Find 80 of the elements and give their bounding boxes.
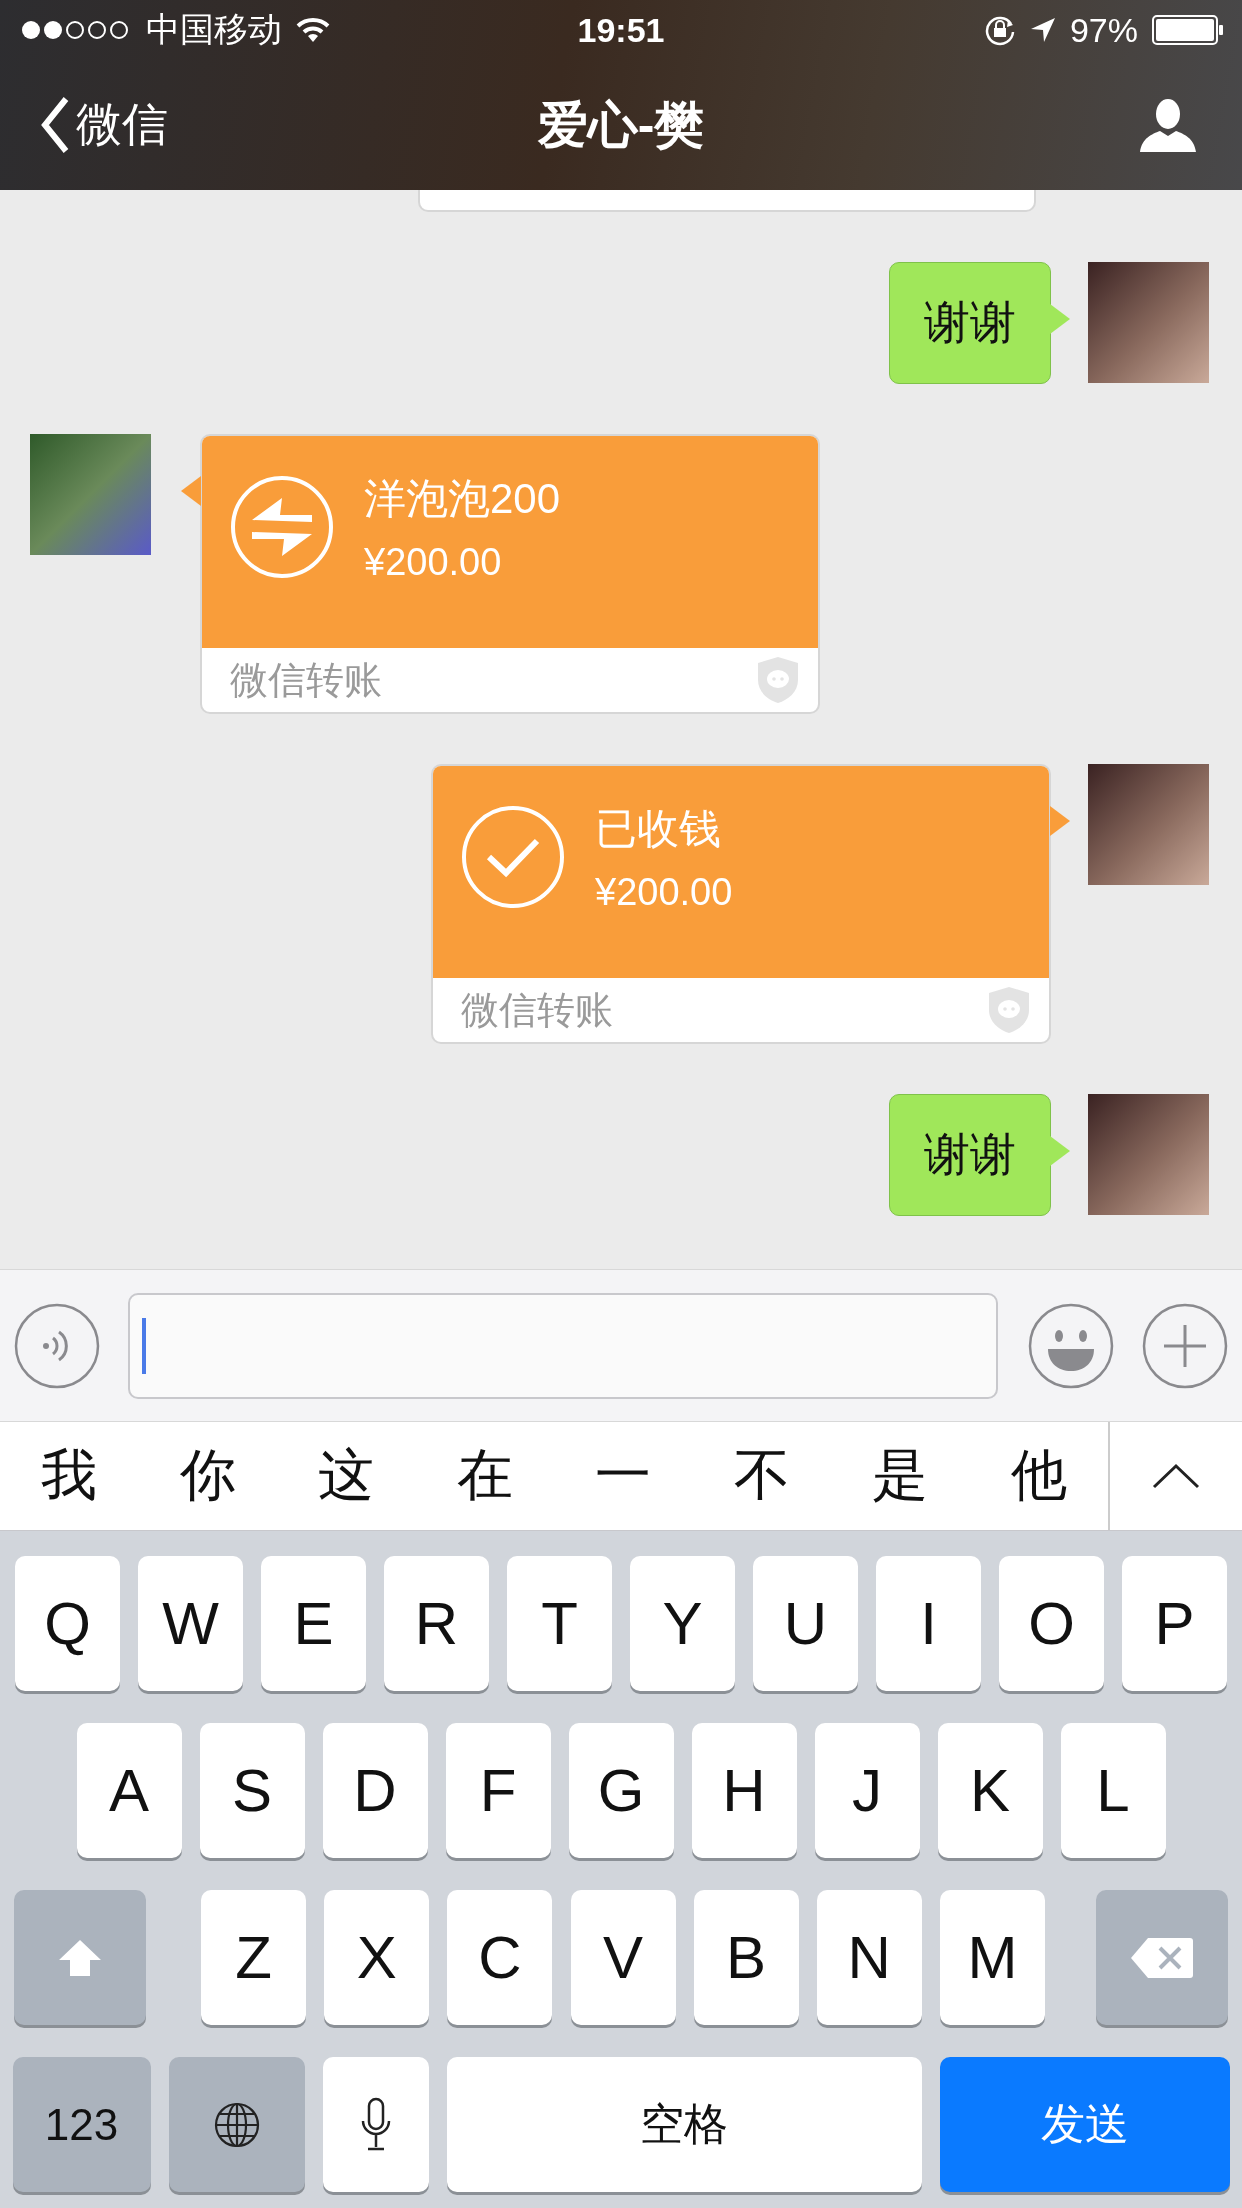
shield-icon: [756, 656, 800, 704]
key[interactable]: E: [261, 1556, 366, 1691]
transfer-arrows-icon: [230, 475, 334, 579]
transfer-amount: ¥200.00: [364, 540, 503, 584]
space-key[interactable]: 空格: [446, 2057, 922, 2192]
checkmark-icon: [461, 805, 565, 909]
key[interactable]: R: [384, 1556, 489, 1691]
key[interactable]: S: [199, 1723, 305, 1858]
key[interactable]: F: [445, 1723, 551, 1858]
bubble-tail: [1050, 1136, 1070, 1166]
key[interactable]: Y: [630, 1556, 735, 1691]
key[interactable]: B: [693, 1890, 799, 2025]
globe-icon: [212, 2100, 261, 2149]
transfer-title: 洋泡泡200: [364, 473, 561, 524]
key[interactable]: I: [876, 1556, 981, 1691]
transfer-label: 微信转账: [230, 657, 382, 703]
carrier-name: 中国移动: [146, 9, 282, 50]
key[interactable]: O: [999, 1556, 1104, 1691]
avatar-photo[interactable]: [1088, 262, 1209, 383]
key[interactable]: T: [507, 1556, 612, 1691]
chevron-left-icon: [40, 96, 70, 154]
globe-key[interactable]: [168, 2057, 305, 2192]
transfer-label: 微信转账: [461, 987, 613, 1033]
chat-title: 爱心-樊: [537, 95, 705, 155]
transfer-amount: ¥200.00: [595, 870, 733, 914]
location-arrow-icon: [1029, 17, 1056, 43]
numbers-key[interactable]: 123: [12, 2057, 151, 2192]
avatar-photo[interactable]: [1088, 1094, 1209, 1215]
key[interactable]: L: [1060, 1723, 1166, 1858]
key[interactable]: P: [1122, 1556, 1227, 1691]
bubble-tail: [181, 476, 201, 506]
person-icon[interactable]: [1140, 98, 1196, 152]
message-bubble: 谢谢: [889, 1094, 1051, 1216]
avatar-photo[interactable]: [1088, 764, 1209, 885]
key[interactable]: K: [937, 1723, 1043, 1858]
plus-icon[interactable]: [1142, 1302, 1228, 1389]
backspace-icon: [1130, 1935, 1194, 1980]
chevron-up-icon[interactable]: [1152, 1463, 1200, 1489]
candidate-word[interactable]: 一: [595, 1438, 652, 1514]
key[interactable]: G: [568, 1723, 674, 1858]
microphone-icon: [360, 2096, 391, 2153]
candidate-word[interactable]: 不: [733, 1438, 790, 1514]
key[interactable]: Z: [201, 1890, 307, 2025]
transfer-title: 已收钱: [595, 803, 722, 854]
candidate-word[interactable]: 这: [318, 1438, 375, 1514]
message-input-field[interactable]: [128, 1292, 998, 1399]
key[interactable]: D: [322, 1723, 428, 1858]
candidate-word[interactable]: 他: [1010, 1438, 1067, 1514]
message-bubble: 谢谢: [889, 262, 1051, 384]
key[interactable]: M: [939, 1890, 1045, 2025]
key[interactable]: W: [138, 1556, 243, 1691]
candidate-word[interactable]: 在: [456, 1438, 513, 1514]
key[interactable]: J: [814, 1723, 920, 1858]
key[interactable]: U: [753, 1556, 858, 1691]
voice-icon[interactable]: [14, 1302, 100, 1389]
candidate-word[interactable]: 是: [872, 1438, 929, 1514]
battery-icon: [1152, 15, 1224, 45]
key[interactable]: X: [324, 1890, 430, 2025]
key[interactable]: C: [447, 1890, 553, 2025]
microphone-key[interactable]: [322, 2057, 429, 2192]
key[interactable]: N: [816, 1890, 922, 2025]
back-button[interactable]: 微信: [40, 94, 168, 156]
smiley-icon[interactable]: [1028, 1302, 1114, 1389]
text-cursor: [142, 1317, 146, 1374]
bubble-tail: [1050, 304, 1070, 334]
candidate-word[interactable]: 我: [41, 1438, 98, 1514]
battery-percentage: 97%: [1069, 10, 1138, 50]
send-key[interactable]: 发送: [939, 2057, 1230, 2192]
back-label: 微信: [76, 97, 168, 152]
key[interactable]: A: [76, 1723, 182, 1858]
key[interactable]: H: [691, 1723, 797, 1858]
wifi-icon: [296, 17, 330, 43]
candidate-word[interactable]: 你: [179, 1438, 236, 1514]
shield-icon: [987, 986, 1031, 1034]
clock-time: 19:51: [577, 10, 665, 50]
key[interactable]: V: [570, 1890, 676, 2025]
bubble-tail: [1050, 806, 1070, 836]
rotation-lock-icon: [983, 14, 1016, 46]
key[interactable]: Q: [15, 1556, 120, 1691]
shift-arrow-icon: [57, 1937, 103, 1978]
